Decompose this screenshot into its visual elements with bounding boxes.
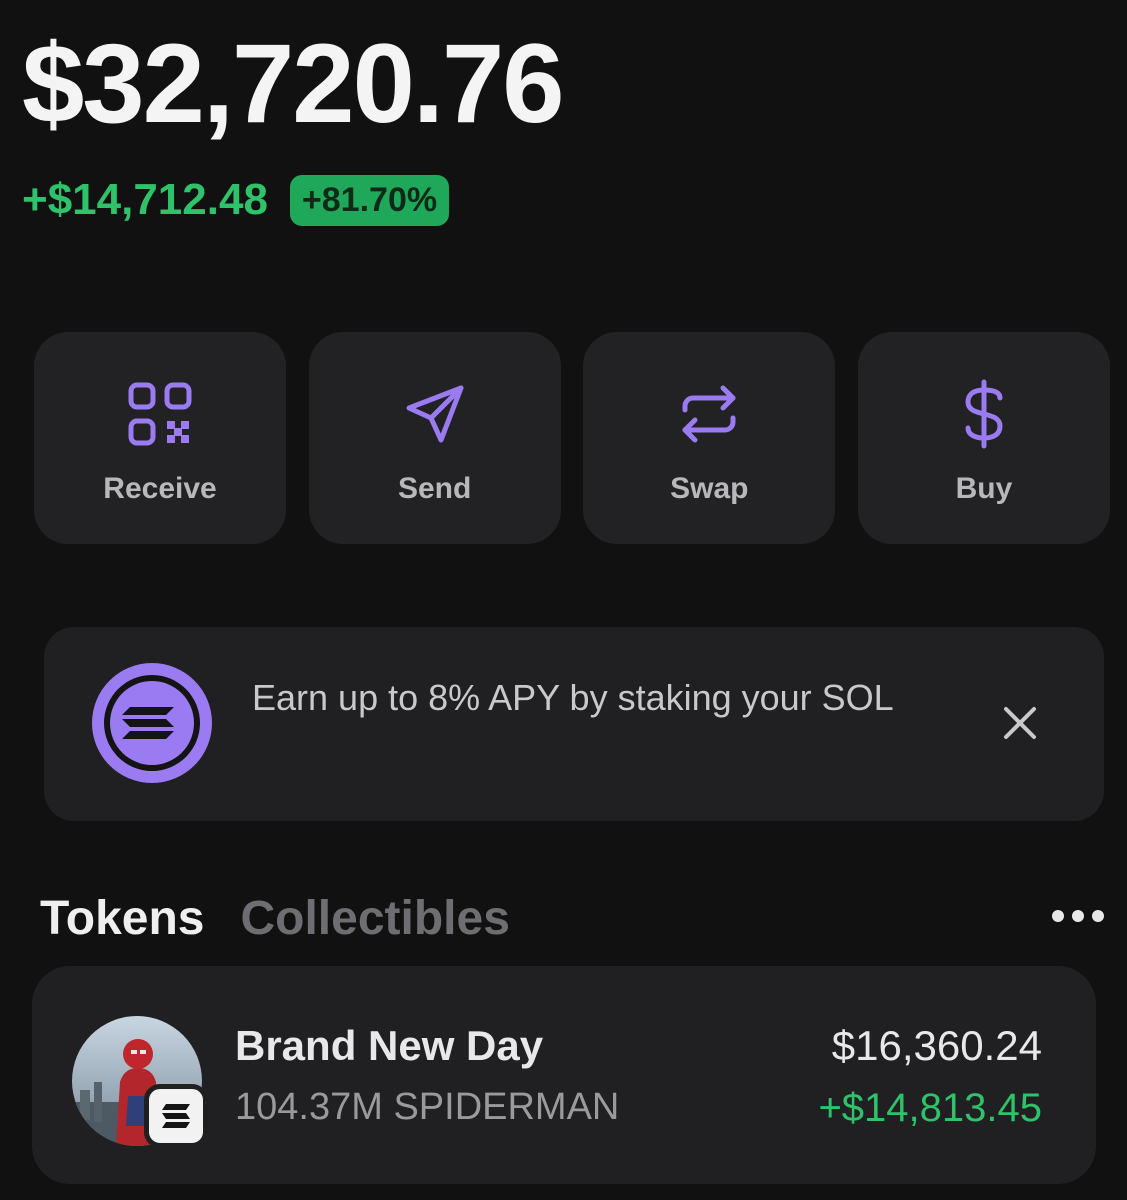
buy-button[interactable]: Buy	[857, 332, 1110, 544]
send-label: Send	[397, 472, 472, 505]
portfolio-change-row: +$14,712.48 +81.70%	[22, 172, 450, 228]
receive-button[interactable]: Receive	[34, 332, 286, 544]
token-change: +$14,813.45	[818, 1086, 1042, 1130]
receive-label: Receive	[103, 472, 217, 505]
tab-tokens[interactable]: Tokens	[40, 891, 204, 946]
portfolio-change-amount: +$14,712.48	[22, 175, 268, 224]
buy-label: Buy	[955, 472, 1013, 505]
solana-logo-icon	[88, 659, 216, 787]
token-name: Brand New Day	[235, 1022, 544, 1069]
tab-collectibles[interactable]: Collectibles	[240, 891, 509, 946]
asset-tabs: Tokens Collectibles	[40, 888, 510, 948]
dollar-icon	[948, 378, 1020, 450]
swap-label: Swap	[670, 472, 749, 505]
token-row[interactable]: Brand New Day 104.37M SPIDERMAN $16,360.…	[32, 966, 1096, 1184]
promo-text: Earn up to 8% APY by staking your SOL	[252, 677, 894, 718]
close-icon[interactable]	[998, 701, 1042, 745]
swap-arrows-icon	[673, 378, 745, 450]
token-value: $16,360.24	[831, 1022, 1042, 1069]
send-button[interactable]: Send	[308, 332, 561, 544]
solana-badge-icon	[144, 1084, 208, 1148]
more-dots-icon[interactable]	[1050, 900, 1106, 932]
staking-promo-banner[interactable]: Earn up to 8% APY by staking your SOL	[44, 627, 1104, 821]
send-arrow-icon	[399, 378, 471, 450]
qr-code-icon	[124, 378, 196, 450]
portfolio-change-percent-badge: +81.70%	[289, 174, 450, 226]
portfolio-balance: $32,720.76	[22, 21, 565, 146]
action-buttons-row: Receive Send Swap Buy	[34, 332, 1110, 544]
token-amount: 104.37M SPIDERMAN	[235, 1086, 620, 1128]
swap-button[interactable]: Swap	[583, 332, 836, 544]
